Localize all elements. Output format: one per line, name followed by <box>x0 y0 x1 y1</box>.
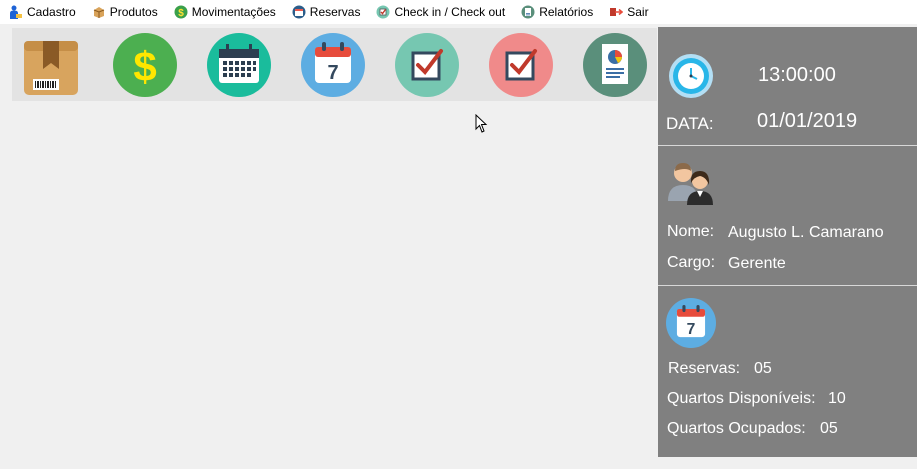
menu-reservas[interactable]: Reservas <box>292 5 361 19</box>
menu-label: Relatórios <box>539 5 594 19</box>
users-icon <box>668 163 713 205</box>
ocupados-label: Quartos Ocupados: <box>667 420 806 437</box>
exit-icon <box>609 5 624 19</box>
menu-movimentacoes[interactable]: $ Movimentações <box>174 5 276 19</box>
package-button[interactable] <box>19 33 83 97</box>
menu-relatorios[interactable]: Relatórios <box>521 5 593 19</box>
dollar-icon: $ <box>174 5 188 19</box>
clock-icon <box>669 54 713 98</box>
disponiveis-value: 10 <box>828 390 846 407</box>
dollar-button[interactable]: $ <box>113 33 177 97</box>
menu-label: Check in / Check out <box>394 5 506 19</box>
menu-bar: Cadastro Produtos $ Movimentações Reserv… <box>0 0 917 24</box>
menu-sair[interactable]: Sair <box>609 5 649 19</box>
clock-time: 13:00:00 <box>758 64 836 86</box>
svg-text:7: 7 <box>327 62 338 84</box>
calendar-grid-button[interactable] <box>207 33 271 97</box>
menu-label: Sair <box>627 5 649 19</box>
name-value: Augusto L. Camarano <box>728 224 884 241</box>
disponiveis-label: Quartos Disponíveis: <box>667 390 816 407</box>
role-value: Gerente <box>728 255 786 272</box>
name-label: Nome: <box>667 223 715 240</box>
divider <box>658 285 917 286</box>
checkout-icon <box>489 33 553 97</box>
reservas-value: 05 <box>754 360 772 377</box>
report-icon <box>583 33 647 97</box>
person-icon <box>9 5 23 19</box>
mouse-cursor-icon <box>475 114 488 133</box>
menu-checkin-checkout[interactable]: Check in / Check out <box>376 5 505 19</box>
menu-label: Cadastro <box>27 5 76 19</box>
dollar-icon: $ <box>113 33 177 97</box>
date-label: DATA: <box>666 114 714 133</box>
role-label: Cargo: <box>667 254 716 271</box>
checkout-button[interactable] <box>489 33 553 97</box>
toolbar: $ 7 <box>12 28 657 101</box>
menu-label: Produtos <box>109 5 158 19</box>
calendar-7-button[interactable]: 7 <box>301 33 365 97</box>
svg-text:7: 7 <box>687 321 696 338</box>
calendar-grid-icon <box>207 33 271 97</box>
reservation-icon <box>292 5 306 19</box>
checkin-icon <box>395 33 459 97</box>
svg-text:$: $ <box>178 8 184 19</box>
date-value: 01/01/2019 <box>757 110 858 132</box>
checkin-button[interactable] <box>395 33 459 97</box>
menu-label: Reservas <box>309 5 361 19</box>
divider <box>658 145 917 146</box>
check-icon <box>376 5 390 19</box>
svg-text:$: $ <box>133 43 156 90</box>
reservas-label: Reservas: <box>668 360 741 377</box>
menu-cadastro[interactable]: Cadastro <box>9 5 76 19</box>
calendar-7-icon: 7 <box>666 298 716 348</box>
menu-label: Movimentações <box>191 5 276 19</box>
report-button[interactable] <box>583 33 647 97</box>
report-icon <box>521 5 535 19</box>
ocupados-value: 05 <box>820 420 838 437</box>
box-icon <box>92 5 106 19</box>
package-icon <box>24 41 78 95</box>
calendar-7-icon: 7 <box>301 33 365 97</box>
menu-produtos[interactable]: Produtos <box>92 5 158 19</box>
info-panel: 13:00:00 DATA: 01/01/2019 Nome: Augusto … <box>658 27 917 457</box>
